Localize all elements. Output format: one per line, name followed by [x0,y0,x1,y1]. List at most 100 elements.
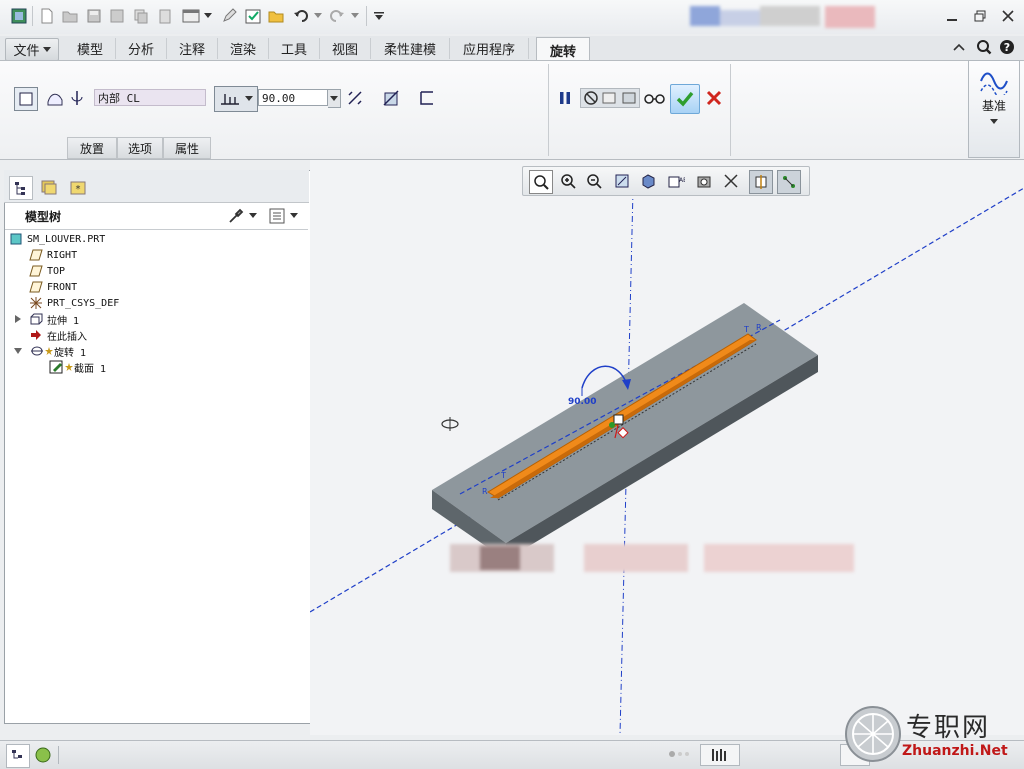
tab-revolve[interactable]: 旋转 [536,37,590,62]
tree-item-front[interactable]: FRONT [29,279,77,295]
remove-material-icon[interactable] [380,87,402,109]
model-tree-title: 模型树 [25,210,62,224]
paste-icon[interactable] [156,7,174,25]
tree-item-top[interactable]: TOP [29,263,65,279]
tab-file[interactable]: 文件 [5,38,59,61]
graphics-viewport[interactable]: T R T R 90.00 [310,160,1024,735]
save-icon[interactable] [85,7,103,25]
view-toolbar: AB [522,166,810,196]
tab-applications[interactable]: 应用程序 [450,38,529,59]
regen-status-icon [668,750,692,758]
tools-icon [227,207,245,225]
zoom-in-icon[interactable] [557,170,579,192]
tab-view[interactable]: 视图 [320,38,371,59]
windows-icon[interactable] [182,7,200,25]
toggle-navigator-icon[interactable] [6,744,30,768]
tree-item-part[interactable]: SM_LOUVER.PRT [9,231,105,247]
geometry-preview-icon[interactable] [601,90,619,106]
datum-display-filter-icon[interactable] [721,170,743,192]
new-file-icon[interactable] [38,7,56,25]
surface-type-icon[interactable] [44,87,66,109]
no-preview-icon[interactable] [583,90,599,106]
undo-icon[interactable] [292,7,310,25]
edit-icon[interactable] [220,7,238,25]
expand-arrow-icon[interactable] [13,313,23,325]
collapse-arrow-icon[interactable] [13,345,23,357]
display-style-icon[interactable] [637,170,659,192]
tab-model[interactable]: 模型 [65,38,116,59]
help-icon[interactable]: ? [999,39,1017,57]
tree-item-extrude[interactable]: 拉伸 1 [13,311,79,327]
selection-filter-icon[interactable] [700,744,740,766]
tab-label: 视图 [331,43,358,58]
list-icon [268,207,286,225]
cancel-button[interactable] [703,87,725,109]
tree-item-insert-here[interactable]: 在此插入 [29,327,87,343]
feature-preview-icon[interactable] [621,90,639,106]
tab-flexible-modeling[interactable]: 柔性建模 [371,38,450,59]
revolve-icon [29,345,45,357]
tree-tab-icon[interactable] [9,176,33,200]
restore-icon[interactable] [972,8,988,24]
undo-dropdown-icon[interactable] [313,7,323,25]
thicken-sketch-icon[interactable] [416,87,438,109]
verify-glasses-icon[interactable] [644,87,666,109]
tree-display-button[interactable] [268,206,304,226]
tree-item-section[interactable]: 截面 1 [49,359,106,375]
favorites-tab-icon[interactable]: * [66,176,90,198]
subtab-placement[interactable]: 放置 [67,137,117,159]
tree-item-label: 旋转 1 [54,347,87,359]
redo-dropdown-icon[interactable] [350,7,360,25]
folder-icon[interactable] [267,7,285,25]
insert-arrow-icon [29,329,43,341]
sketch-view-icon[interactable] [749,170,773,194]
axis-collector-field[interactable]: 内部 CL [94,89,206,106]
zoom-out-icon[interactable] [583,170,605,192]
folder-browser-tab-icon[interactable] [37,176,61,198]
tab-annotate[interactable]: 注释 [167,38,218,59]
in-progress-star-icon [45,345,53,357]
angle-type-dropdown[interactable] [214,86,258,112]
revolve-axis-icon[interactable] [66,87,88,109]
tree-item-csys[interactable]: PRT_CSYS_DEF [29,295,119,311]
regenerate-icon[interactable] [108,7,126,25]
saved-views-icon[interactable]: AB [665,170,687,192]
copy-icon[interactable] [132,7,150,25]
tab-analysis[interactable]: 分析 [116,38,167,59]
tab-tools[interactable]: 工具 [269,38,320,59]
checklist-icon[interactable] [244,7,262,25]
tree-settings-button[interactable] [227,206,261,226]
angle-from-sketch-icon [219,91,241,107]
subtab-options[interactable]: 选项 [117,137,163,159]
collapse-ribbon-icon[interactable] [952,40,968,56]
app-logo-icon[interactable] [10,7,28,25]
chevron-down-icon [245,96,253,102]
browser-icon[interactable] [32,744,54,766]
confirm-button[interactable] [670,84,700,114]
angle-value-input[interactable]: 90.00 [258,89,328,106]
pause-icon[interactable] [554,87,576,109]
search-icon[interactable] [976,39,994,57]
flip-direction-icon[interactable] [344,87,366,109]
angle-dropdown-button[interactable] [328,89,341,108]
navigator-tabs: * [4,170,309,203]
tree-item-right[interactable]: RIGHT [29,247,77,263]
solid-type-button[interactable] [14,87,38,111]
annotation-display-icon[interactable] [777,170,801,194]
close-window-icon[interactable] [1000,8,1016,24]
refit-icon[interactable] [529,170,553,194]
customize-toolbar-icon[interactable] [372,7,386,25]
view-manager-icon[interactable] [693,170,715,192]
subtab-label: 放置 [79,141,104,156]
open-folder-icon[interactable] [61,7,79,25]
tab-render[interactable]: 渲染 [218,38,269,59]
datum-button[interactable]: 基准 [968,60,1020,158]
redo-icon[interactable] [328,7,346,25]
repaint-icon[interactable] [611,170,633,192]
minimize-icon[interactable] [944,8,960,24]
tree-item-revolve[interactable]: 旋转 1 [13,343,86,359]
windows-dropdown-icon[interactable] [203,7,213,25]
subtab-properties[interactable]: 属性 [163,137,211,159]
tree-item-label: TOP [47,265,66,277]
drag-handle-square [613,414,624,425]
